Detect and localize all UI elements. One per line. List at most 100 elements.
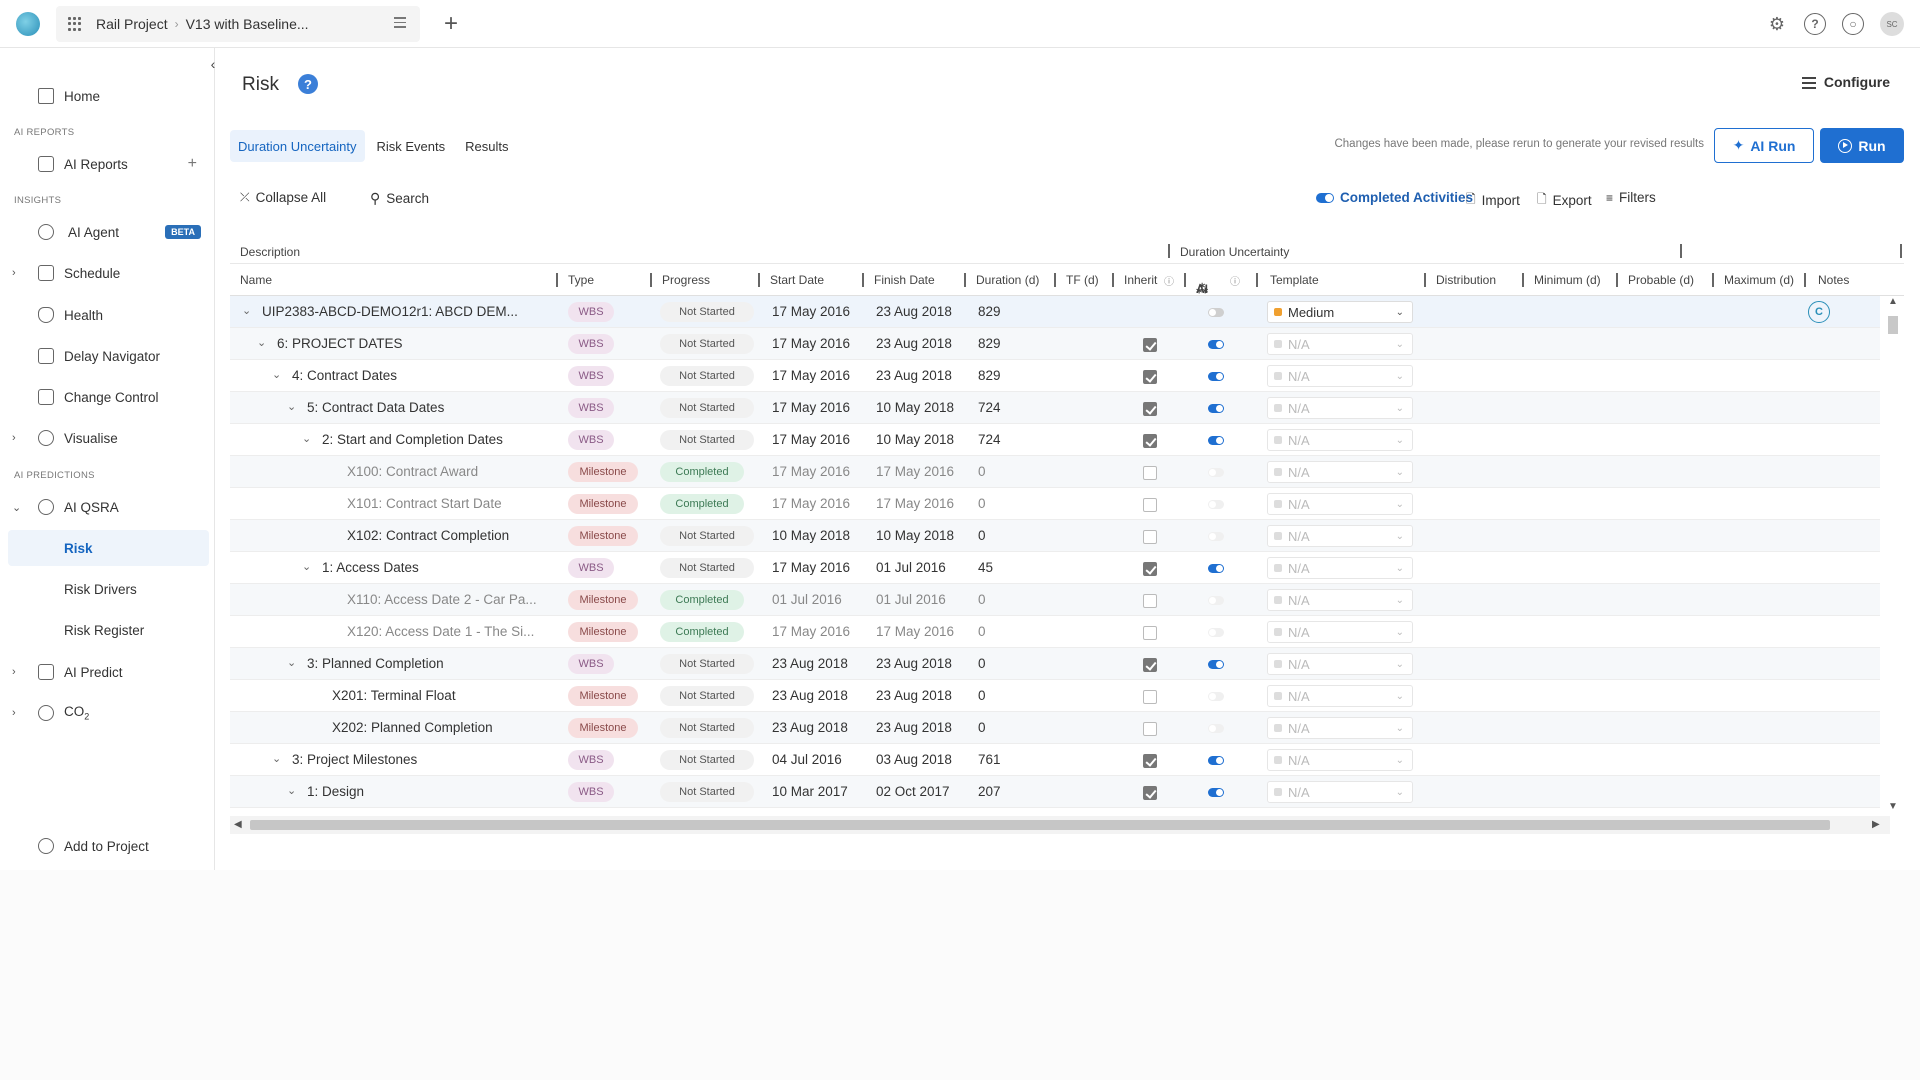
template-select[interactable]: N/A ⌄ [1267, 589, 1413, 611]
column-divider[interactable] [964, 273, 966, 287]
col-header-tf[interactable]: TF (d) [1066, 273, 1099, 287]
col-header-finish-date[interactable]: Finish Date [874, 273, 935, 287]
col-header-template[interactable]: Template [1270, 273, 1319, 287]
scroll-right-icon[interactable]: ▶ [1872, 819, 1880, 830]
chevron-down-icon[interactable]: ⌄ [1396, 595, 1404, 606]
horizontal-scroll-thumb[interactable] [250, 820, 1830, 830]
expand-chevron-down-icon[interactable]: ⌄ [287, 784, 296, 797]
chevron-right-icon[interactable]: › [12, 267, 16, 279]
inherit-checkbox[interactable] [1143, 626, 1157, 640]
ai-toggle[interactable] [1208, 788, 1224, 797]
collapse-all-button[interactable]: ⤫ Collapse All [240, 190, 326, 205]
ai-toggle[interactable] [1208, 660, 1224, 669]
help-icon[interactable]: ? [1804, 13, 1826, 35]
ai-toggle[interactable] [1208, 372, 1224, 381]
user-settings-icon[interactable]: ⚙ [1766, 13, 1788, 35]
project-tab[interactable]: Rail Project › V13 with Baseline... [56, 6, 420, 42]
inherit-checkbox[interactable] [1143, 370, 1157, 384]
tab-risk-events[interactable]: Risk Events [369, 130, 454, 162]
table-row[interactable]: ⌄ 3: Project Milestones WBS Not Started 04 J… [230, 744, 1880, 776]
column-divider[interactable] [1522, 273, 1524, 287]
expand-chevron-down-icon[interactable]: ⌄ [287, 656, 296, 669]
run-button[interactable]: Run [1820, 128, 1904, 163]
expand-chevron-down-icon[interactable]: ⌄ [302, 432, 311, 445]
table-row[interactable]: X120: Access Date 1 - The Si... Milestone… [230, 616, 1880, 648]
column-divider[interactable] [1054, 273, 1056, 287]
column-divider[interactable] [1112, 273, 1114, 287]
table-row[interactable]: ⌄ 6: PROJECT DATES WBS Not Started 17 May 20… [230, 328, 1880, 360]
chevron-right-icon[interactable]: › [12, 432, 16, 444]
column-divider[interactable] [1804, 273, 1806, 287]
col-header-maximum[interactable]: Maximum (d) [1724, 273, 1794, 287]
ai-run-button[interactable]: ✦ AI Run [1714, 128, 1814, 163]
chevron-down-icon[interactable]: ⌄ [1396, 307, 1404, 318]
table-row[interactable]: X110: Access Date 2 - Car Pa... Milestone… [230, 584, 1880, 616]
inherit-checkbox[interactable] [1143, 530, 1157, 544]
col-header-name[interactable]: Name [240, 273, 272, 287]
ai-toggle[interactable] [1208, 564, 1224, 573]
ai-toggle[interactable] [1208, 756, 1224, 765]
inherit-checkbox[interactable] [1143, 658, 1157, 672]
ai-toggle[interactable] [1208, 596, 1224, 605]
column-divider[interactable] [1424, 273, 1426, 287]
template-select[interactable]: N/A ⌄ [1267, 397, 1413, 419]
inherit-checkbox[interactable] [1143, 562, 1157, 576]
inherit-checkbox[interactable] [1143, 338, 1157, 352]
template-select[interactable]: N/A ⌄ [1267, 525, 1413, 547]
expand-chevron-down-icon[interactable]: ⌄ [257, 336, 266, 349]
column-divider[interactable] [556, 273, 558, 287]
column-divider[interactable] [1184, 273, 1186, 287]
chevron-right-icon[interactable]: › [12, 666, 16, 678]
ai-toggle[interactable] [1208, 308, 1224, 317]
column-divider[interactable] [758, 273, 760, 287]
note-avatar-icon[interactable]: C [1808, 301, 1830, 323]
ai-toggle[interactable] [1208, 468, 1224, 477]
column-divider[interactable] [1616, 273, 1618, 287]
col-header-type[interactable]: Type [568, 273, 594, 287]
col-header-duration[interactable]: Duration (d) [976, 273, 1039, 287]
template-select[interactable]: N/A ⌄ [1267, 333, 1413, 355]
expand-chevron-down-icon[interactable]: ⌄ [272, 368, 281, 381]
user-avatar[interactable]: SC [1880, 12, 1904, 36]
template-select[interactable]: N/A ⌄ [1267, 749, 1413, 771]
chevron-right-icon[interactable]: › [12, 707, 16, 719]
inherit-checkbox[interactable] [1143, 690, 1157, 704]
chevron-down-icon[interactable]: ⌄ [1396, 435, 1404, 446]
inherit-checkbox[interactable] [1143, 754, 1157, 768]
col-header-probable[interactable]: Probable (d) [1628, 273, 1694, 287]
chevron-down-icon[interactable]: ⌄ [1396, 371, 1404, 382]
sidebar-item-add-to-project[interactable]: Add to Project [8, 828, 209, 864]
template-select[interactable]: N/A ⌄ [1267, 493, 1413, 515]
info-icon[interactable]: ⓘ [1164, 273, 1174, 288]
ai-toggle[interactable] [1208, 724, 1224, 733]
chevron-down-icon[interactable]: ⌄ [1396, 659, 1404, 670]
inherit-checkbox[interactable] [1143, 466, 1157, 480]
chevron-down-icon[interactable]: ⌄ [1396, 787, 1404, 798]
ai-toggle[interactable] [1208, 404, 1224, 413]
chevron-down-icon[interactable]: ⌄ [1396, 691, 1404, 702]
app-logo-icon[interactable] [16, 12, 40, 36]
ai-toggle[interactable] [1208, 532, 1224, 541]
inherit-checkbox[interactable] [1143, 434, 1157, 448]
toggle-on-icon[interactable] [1316, 192, 1334, 203]
column-divider[interactable] [650, 273, 652, 287]
chevron-down-icon[interactable]: ⌄ [1396, 499, 1404, 510]
col-header-minimum[interactable]: Minimum (d) [1534, 273, 1601, 287]
sidebar-item-health[interactable]: Health [8, 297, 209, 333]
table-row[interactable]: X102: Contract Completion Milestone Not St… [230, 520, 1880, 552]
sidebar-item-co2[interactable]: › CO2 [8, 695, 209, 731]
template-select[interactable]: N/A ⌄ [1267, 365, 1413, 387]
table-row[interactable]: ⌄ 1: Access Dates WBS Not Started 17 May 201… [230, 552, 1880, 584]
filters-button[interactable]: ≡ Filters [1606, 190, 1656, 205]
col-header-inherit[interactable]: Inherit [1124, 273, 1157, 287]
chevron-down-icon[interactable]: ⌄ [1396, 339, 1404, 350]
breadcrumb-version[interactable]: V13 with Baseline... [186, 16, 309, 32]
chevron-down-icon[interactable]: ⌄ [1396, 403, 1404, 414]
expand-chevron-down-icon[interactable]: ⌄ [287, 400, 296, 413]
ai-toggle[interactable] [1208, 436, 1224, 445]
inherit-checkbox[interactable] [1143, 722, 1157, 736]
template-select[interactable]: N/A ⌄ [1267, 557, 1413, 579]
chevron-down-icon[interactable]: ⌄ [1396, 723, 1404, 734]
chevron-down-icon[interactable]: ⌄ [1396, 627, 1404, 638]
table-row[interactable]: X201: Terminal Float Milestone Not Started… [230, 680, 1880, 712]
